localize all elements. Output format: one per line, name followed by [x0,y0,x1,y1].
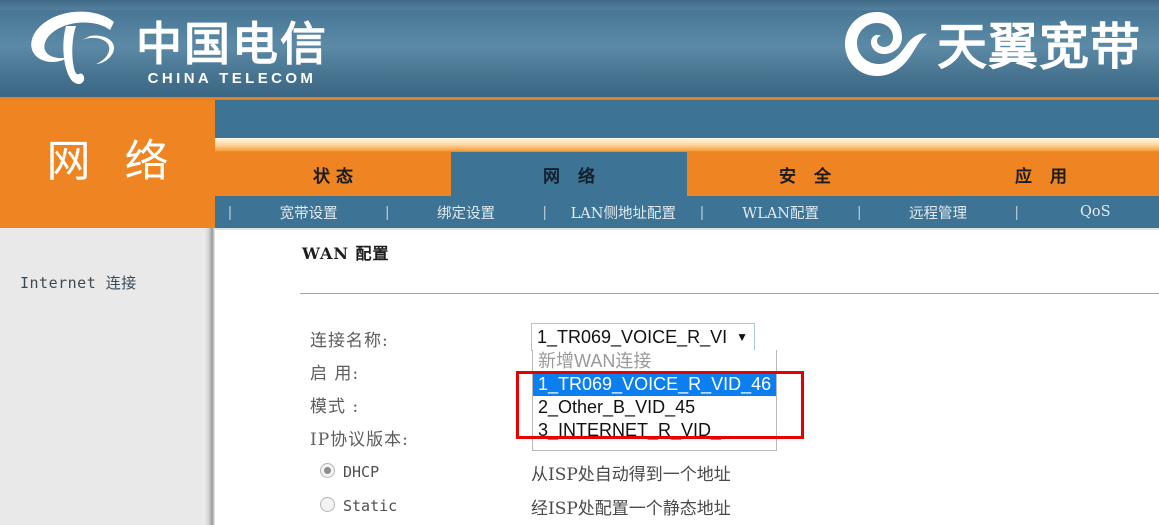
tab-application[interactable]: 应 用 [923,152,1159,196]
label-ip-version: IP协议版本: [310,430,409,450]
main-tab-bar: 状态 网 络 安 全 应 用 [215,152,1159,196]
label-mode: 模式 : [310,397,360,417]
tianyi-broadband-logo: 天翼宽带 [841,8,1141,85]
radio-static[interactable] [320,497,335,512]
sidebar-edge-shadow [205,228,215,525]
subnav-item-wlan-config[interactable]: WLAN配置 [717,202,844,223]
radio-static-label[interactable]: Static [343,497,397,515]
tab-network[interactable]: 网 络 [451,152,687,196]
subnav-separator: | [1014,203,1019,221]
sidebar-item-internet-connection[interactable]: Internet 连接 [20,272,137,293]
tab-status[interactable]: 状态 [215,152,451,196]
label-connection-name: 连接名称: [310,331,389,351]
subnav-item-broadband-settings[interactable]: 宽带设置 [245,202,372,223]
subnav-item-binding-settings[interactable]: 绑定设置 [402,202,529,223]
label-enable: 启 用: [310,364,360,384]
connection-name-select[interactable]: 1_TR069_VOICE_R_VI ▼ [531,323,755,351]
subnav-separator: | [857,203,862,221]
dropdown-option-internet-r[interactable]: 3_INTERNET_R_VID_ [533,419,776,442]
dropdown-scroll-overflow [533,442,776,450]
china-telecom-logo-icon [22,6,130,88]
nav-gradient-strip [215,138,1159,152]
left-sidebar: Internet 连接 [0,228,205,525]
tianyi-swirl-icon [841,8,929,85]
nav-top-band [215,100,1159,138]
subnav-separator: | [542,203,547,221]
radio-dhcp-description: 从ISP处自动得到一个地址 [531,465,731,485]
navigation-area: 状态 网 络 安 全 应 用 | 宽带设置 | 绑定设置 | LAN侧地址配置 … [215,100,1159,228]
tab-network-label: 网 络 [543,166,601,187]
dropdown-option-new-wan[interactable]: 新增WAN连接 [533,350,776,373]
page-header: 中国电信 CHINA TELECOM 天翼宽带 [0,0,1159,97]
radio-dhcp-label[interactable]: DHCP [343,463,379,481]
sub-navigation-bar: | 宽带设置 | 绑定设置 | LAN侧地址配置 | WLAN配置 | 远程管理… [215,196,1159,228]
radio-dhcp[interactable] [320,463,335,478]
subnav-item-lan-address-config[interactable]: LAN侧地址配置 [560,202,687,223]
connection-name-select-value: 1_TR069_VOICE_R_VI [537,326,728,347]
tab-security-label: 安 全 [779,166,837,187]
subnav-item-remote-management[interactable]: 远程管理 [874,202,1001,223]
subnav-separator: | [700,203,704,221]
tab-application-label: 应 用 [1015,166,1073,187]
dropdown-option-other-b[interactable]: 2_Other_B_VID_45 [533,396,776,419]
content-top-divider [215,228,1159,230]
radio-static-description: 经ISP处配置一个静态地址 [531,499,731,519]
dropdown-option-tr069-voice[interactable]: 1_TR069_VOICE_R_VID_46 [533,373,776,396]
router-admin-page: 中国电信 CHINA TELECOM 天翼宽带 网 络 状态 网 络 安 全 应… [0,0,1159,525]
main-content: WAN 配置 连接名称: 启 用: 模式 : IP协议版本: 1_TR069_V… [215,228,1159,525]
tianyi-broadband-name: 天翼宽带 [937,17,1141,76]
china-telecom-name-en: CHINA TELECOM [147,70,317,87]
connection-name-dropdown[interactable]: 新增WAN连接 1_TR069_VOICE_R_VID_46 2_Other_B… [532,350,777,451]
subnav-separator: | [228,203,232,221]
subnav-separator: | [385,203,390,221]
china-telecom-logo: 中国电信 CHINA TELECOM [22,6,328,88]
page-title: 网 络 [46,136,179,187]
subnav-item-qos[interactable]: QoS [1032,204,1159,220]
section-title-panel: 网 络 [0,100,215,228]
china-telecom-name-cn: 中国电信 [136,17,328,71]
tab-status-label: 状态 [313,166,359,187]
wan-config-form: 连接名称: 启 用: 模式 : IP协议版本: 1_TR069_VOICE_R_… [215,228,1159,525]
tab-security[interactable]: 安 全 [687,152,923,196]
chevron-down-icon: ▼ [736,330,748,344]
